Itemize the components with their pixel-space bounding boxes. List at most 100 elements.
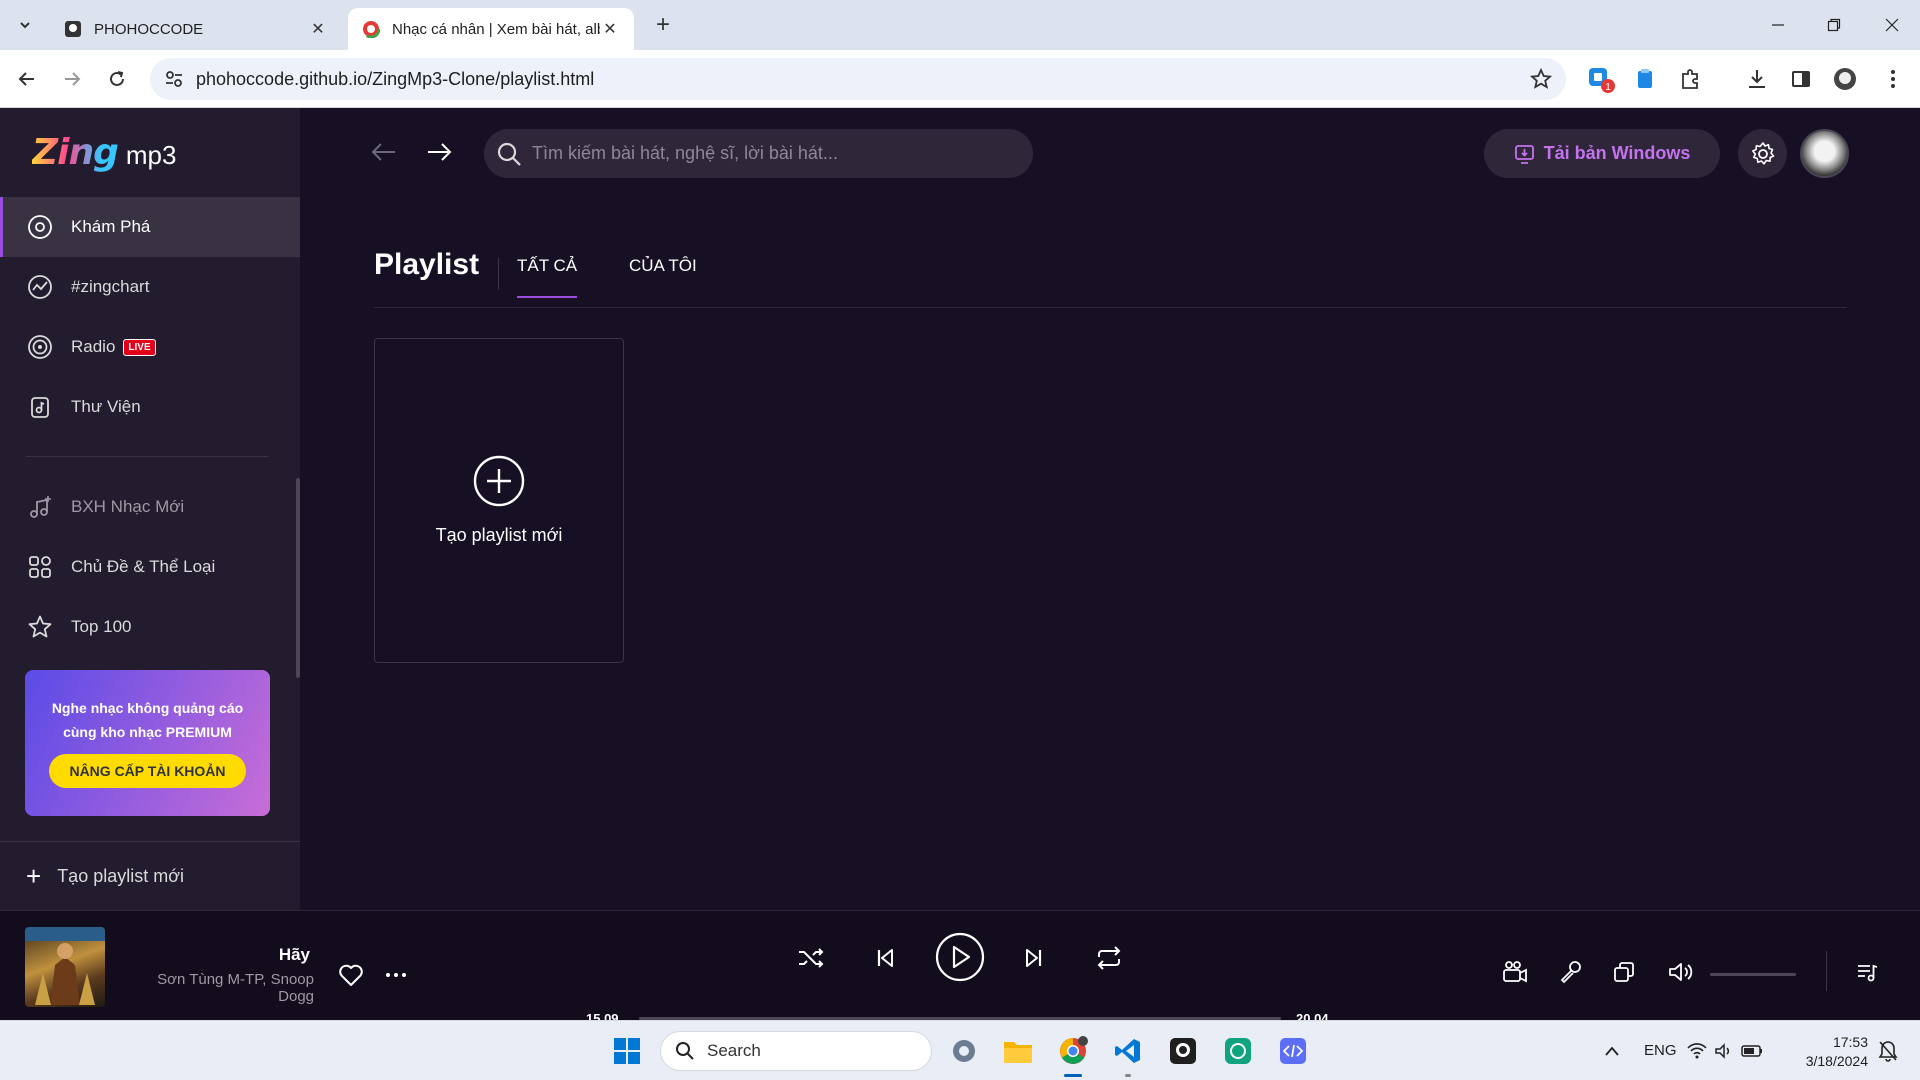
browser-tab-phohoccode[interactable]: PHOHOCCODE ✕ (50, 8, 342, 50)
restore-button[interactable] (1806, 0, 1862, 50)
browser-menu-button[interactable] (1876, 62, 1910, 96)
sidebar-item-chu-de[interactable]: Chủ Đề & Thể Loại (0, 537, 300, 597)
taskbar-clock[interactable]: 17:53 3/18/2024 (1796, 1033, 1868, 1071)
downloads-button[interactable] (1740, 62, 1774, 96)
previous-button[interactable] (868, 941, 902, 975)
star-icon (26, 613, 54, 641)
repeat-icon (1097, 946, 1121, 970)
kebab-menu-icon (1891, 70, 1895, 88)
sidebar-create-playlist[interactable]: + Tạo playlist mới (0, 841, 300, 910)
new-tab-button[interactable]: + (650, 11, 676, 38)
sidebar-item-zingchart[interactable]: #zingchart (0, 257, 300, 317)
chrome-active-indicator (1064, 1074, 1082, 1077)
extension-badge-button[interactable]: 1 (1584, 62, 1618, 96)
more-options-button[interactable] (384, 963, 408, 987)
sidebar-divider (26, 456, 268, 457)
favorite-button[interactable] (338, 963, 364, 987)
notifications-button[interactable] (1870, 1033, 1906, 1069)
queue-button[interactable] (1850, 955, 1884, 989)
volume-button[interactable] (1663, 955, 1697, 989)
sidebar-item-radio[interactable]: Radio LIVE (0, 317, 300, 377)
logo-brand: Zing (32, 132, 119, 173)
download-icon (1749, 70, 1765, 88)
profile-button[interactable] (1828, 62, 1862, 96)
skip-previous-icon (877, 949, 893, 967)
site-info-icon[interactable] (164, 69, 184, 89)
extensions-button[interactable] (1673, 62, 1707, 96)
create-playlist-card-label: Tạo playlist mới (435, 525, 563, 545)
shuffle-icon (799, 948, 824, 968)
system-tray-status[interactable] (1686, 1033, 1766, 1069)
taskbar-devtools[interactable] (1275, 1033, 1311, 1069)
close-tab-icon[interactable]: ✕ (600, 19, 620, 39)
repeat-button[interactable] (1092, 941, 1126, 975)
language-indicator[interactable]: ENG (1644, 1042, 1677, 1059)
app-back-button[interactable] (366, 134, 402, 170)
sidebar-item-bxh-nhac-moi[interactable]: BXH Nhạc Mới (0, 477, 300, 537)
plus-icon: + (26, 860, 42, 891)
radio-icon (26, 333, 54, 361)
add-circle-icon (473, 455, 525, 507)
next-button[interactable] (1017, 941, 1051, 975)
song-title[interactable]: Hãy (118, 945, 310, 965)
promo-text-2: cùng kho nhạc PREMIUM (63, 724, 232, 740)
search-bar[interactable] (484, 129, 1033, 178)
bookmark-star-icon[interactable] (1530, 68, 1552, 90)
song-cover[interactable] (25, 927, 105, 1007)
sidebar-item-top-100[interactable]: Top 100 (0, 597, 300, 657)
clipboard-extension-button[interactable] (1628, 62, 1662, 96)
shuffle-button[interactable] (794, 941, 828, 975)
taskbar-chrome[interactable] (1055, 1033, 1091, 1069)
play-button[interactable] (934, 931, 986, 983)
volume-slider[interactable] (1710, 973, 1796, 976)
taskbar-search[interactable]: Search (660, 1031, 932, 1071)
back-button[interactable] (10, 62, 44, 96)
zing-logo[interactable]: Zing mp3 (32, 132, 176, 173)
browser-tab-zing[interactable]: Nhạc cá nhân | Xem bài hát, alb ✕ (348, 8, 634, 50)
tab-search-button[interactable] (10, 12, 40, 38)
forward-button[interactable] (55, 62, 89, 96)
side-panel-button[interactable] (1784, 62, 1818, 96)
tab-cua-toi[interactable]: CỦA TÔI (629, 256, 697, 308)
album-art-image (25, 927, 105, 1005)
taskbar-file-explorer[interactable] (1000, 1033, 1036, 1069)
category-icon (26, 553, 54, 581)
address-bar[interactable]: phohoccode.github.io/ZingMp3-Clone/playl… (150, 58, 1566, 100)
search-input[interactable] (532, 143, 1012, 164)
more-dots-icon (386, 973, 406, 977)
minimize-button[interactable] (1750, 0, 1806, 50)
clock-time: 17:53 (1832, 1034, 1868, 1050)
tab-title: Nhạc cá nhân | Xem bài hát, alb (392, 20, 600, 38)
sidebar-item-kham-pha[interactable]: Khám Phá (0, 197, 300, 257)
upgrade-account-button[interactable]: NÂNG CẤP TÀI KHOẢN (49, 754, 246, 788)
taskbar-settings[interactable] (946, 1033, 982, 1069)
close-tab-icon[interactable]: ✕ (308, 19, 328, 39)
create-playlist-card[interactable]: Tạo playlist mới (374, 338, 624, 663)
sidebar-item-thu-vien[interactable]: Thư Viện (0, 377, 300, 437)
taskbar-github[interactable] (1165, 1033, 1201, 1069)
taskbar-chatgpt[interactable] (1220, 1033, 1256, 1069)
settings-button[interactable] (1738, 129, 1787, 178)
clock-date: 3/18/2024 (1805, 1053, 1868, 1069)
disc-icon (26, 213, 54, 241)
mini-player-button[interactable] (1607, 955, 1641, 989)
show-hidden-icons[interactable] (1594, 1033, 1630, 1069)
song-artist[interactable]: Sơn Tùng M-TP, Snoop Dogg (118, 971, 314, 1005)
tab-tat-ca[interactable]: TẤT CẢ (517, 256, 578, 298)
download-windows-button[interactable]: Tải bản Windows (1484, 129, 1720, 178)
skip-next-icon (1026, 949, 1042, 967)
sidebar-item-label: Radio (71, 337, 116, 356)
start-button[interactable] (609, 1033, 645, 1069)
chatgpt-icon (1225, 1038, 1251, 1064)
play-icon (935, 932, 985, 982)
lyrics-button[interactable] (1553, 955, 1587, 989)
mv-button[interactable] (1498, 955, 1532, 989)
app-forward-button[interactable] (421, 134, 457, 170)
main-content: Tải bản Windows Playlist TẤT CẢ CỦA TÔI … (300, 108, 1920, 910)
reload-button[interactable] (100, 62, 134, 96)
user-avatar[interactable] (1800, 129, 1849, 178)
create-playlist-label: Tạo playlist mới (57, 865, 185, 886)
library-icon (26, 393, 54, 421)
taskbar-vscode[interactable] (1110, 1033, 1146, 1069)
close-window-button[interactable] (1864, 0, 1920, 50)
